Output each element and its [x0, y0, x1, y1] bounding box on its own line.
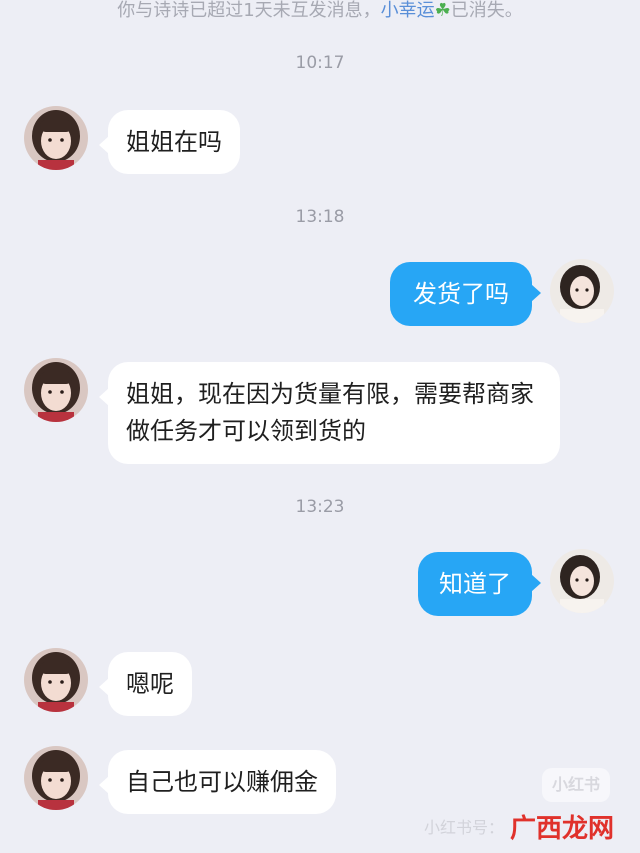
girl-avatar-icon	[24, 746, 88, 810]
message-bubble-incoming[interactable]: 自己也可以赚佣金	[99, 750, 336, 814]
my-avatar[interactable]	[550, 549, 614, 613]
streak-notice: 你与诗诗已超过1天未互发消息，小幸运☘已消失。	[0, 0, 640, 22]
girl-avatar-icon	[24, 106, 88, 170]
contact-avatar[interactable]	[24, 358, 88, 422]
message-bubble-incoming[interactable]: 姐姐，现在因为货量有限，需要帮商家做任务才可以领到货的	[99, 362, 560, 464]
timestamp: 10:17	[295, 53, 345, 73]
watermark-id-label: 小红书号：	[424, 818, 505, 837]
message-bubble-incoming[interactable]: 嗯呢	[99, 652, 192, 716]
chat-screen: 你与诗诗已超过1天未互发消息，小幸运☘已消失。 10:17 姐姐在吗 13:18…	[0, 0, 640, 853]
girl-avatar-icon	[24, 358, 88, 422]
user-avatar-icon	[550, 259, 614, 323]
message-bubble-outgoing[interactable]: 发货了吗	[390, 262, 541, 326]
notice-suffix: 已消失。	[450, 0, 523, 21]
contact-avatar[interactable]	[24, 106, 88, 170]
message-bubble-outgoing[interactable]: 知道了	[418, 552, 541, 616]
contact-avatar[interactable]	[24, 746, 88, 810]
xiaohongshu-watermark-logo: 小红书	[542, 768, 610, 802]
clover-icon: ☘	[434, 0, 451, 21]
notice-prefix: 你与诗诗已超过1天未互发消息，	[117, 0, 381, 21]
site-watermark: 广西龙网	[510, 814, 615, 844]
timestamp: 13:18	[295, 207, 345, 227]
user-avatar-icon	[550, 549, 614, 613]
girl-avatar-icon	[24, 648, 88, 712]
contact-avatar[interactable]	[24, 648, 88, 712]
message-bubble-incoming[interactable]: 姐姐在吗	[99, 110, 240, 174]
my-avatar[interactable]	[550, 259, 614, 323]
timestamp: 13:23	[295, 497, 345, 517]
notice-link[interactable]: 小幸运	[381, 0, 435, 21]
